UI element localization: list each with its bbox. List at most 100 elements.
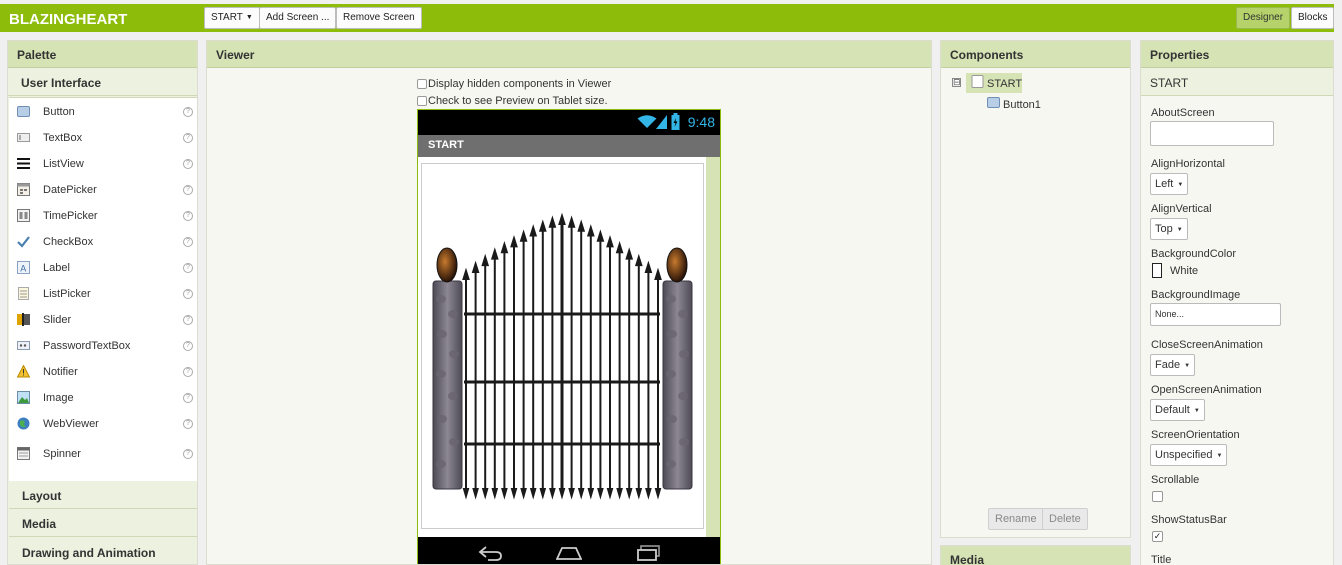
help-icon[interactable]: ? [183,263,193,273]
battery-icon [671,113,680,130]
palette-item-listpicker[interactable]: ListPicker ? [9,282,197,306]
gate-foot [520,488,527,500]
help-icon[interactable]: ? [183,107,193,117]
palette-item-label: Button [43,106,75,118]
screen-select-label: START [211,12,243,23]
rename-button[interactable]: Rename [988,508,1044,530]
palette-item-checkbox[interactable]: CheckBox ? [9,230,197,254]
palette-category-user-interface[interactable]: User Interface [8,68,197,96]
help-icon[interactable]: ? [183,159,193,169]
screen-select-dropdown[interactable]: START ▼ [204,7,260,29]
palette-category-media[interactable]: Media [9,509,197,537]
viewer-scroll-strip [706,157,720,537]
notifier-icon [17,365,30,378]
datepicker-icon [17,183,30,196]
gate-foot [510,488,518,500]
gate-foot [577,488,585,500]
palette-item-spinner[interactable]: Spinner ? [9,442,197,466]
palette-item-passwordtextbox[interactable]: PasswordTextBox ? [9,334,197,358]
background-color-value[interactable]: White [1170,265,1198,277]
properties-panel: Properties START AboutScreen AlignHorizo… [1140,40,1334,565]
palette-item-button[interactable]: Button ? [9,100,197,124]
help-icon[interactable]: ? [183,393,193,403]
help-icon[interactable]: ? [183,237,193,247]
palette-item-notifier[interactable]: Notifier ? [9,360,197,384]
prop-label-align-horizontal: AlignHorizontal [1151,158,1225,170]
help-icon[interactable]: ? [183,367,193,377]
open-screen-animation-dropdown[interactable]: Default ▼ [1150,399,1205,421]
tree-item-start[interactable]: START [966,73,1022,93]
hidden-components-checkbox[interactable] [417,79,427,89]
palette-category-layout[interactable]: Layout [9,481,197,509]
add-screen-button[interactable]: Add Screen ... [259,7,337,29]
recent-apps-icon[interactable] [636,544,662,562]
listpicker-icon [18,287,29,300]
svg-text:A: A [20,264,26,274]
palette-item-label: TextBox [43,132,83,144]
help-icon[interactable]: ? [183,341,193,351]
about-screen-textarea[interactable] [1150,121,1274,146]
palette-item-image[interactable]: Image ? [9,386,197,410]
tree-label-button1: Button1 [1003,99,1041,111]
button1-preview[interactable] [421,163,704,529]
palette-item-timepicker[interactable]: TimePicker ? [9,204,197,228]
tree-item-button1[interactable]: Button1 [985,95,1065,113]
palette-item-webviewer[interactable]: WebViewer ? [9,412,197,436]
checkbox-icon [17,236,30,248]
palette-item-label[interactable]: A Label ? [9,256,197,280]
delete-button[interactable]: Delete [1042,508,1088,530]
gate-finial [471,260,480,273]
help-icon[interactable]: ? [183,133,193,143]
prop-label-close-screen-animation: CloseScreenAnimation [1151,339,1263,351]
palette-header: Palette [8,41,197,68]
gate-foot [597,488,604,500]
palette-category-drawing-animation[interactable]: Drawing and Animation [9,538,197,564]
background-image-picker[interactable]: None... [1150,303,1281,326]
remove-screen-button[interactable]: Remove Screen [336,7,422,29]
home-icon[interactable] [556,545,582,561]
scrollable-checkbox[interactable] [1152,491,1163,502]
collapse-icon[interactable]: ⊟ [952,78,961,87]
gate-finial [481,253,490,267]
help-icon[interactable]: ? [183,315,193,325]
palette-item-textbox[interactable]: TextBox ? [9,126,197,150]
gate-foot [616,488,623,500]
align-horizontal-dropdown[interactable]: Left ▼ [1150,173,1189,195]
clock: 9:48 [687,114,715,130]
top-bar: BLAZINGHEART START ▼ Add Screen ... Remov… [0,4,1335,32]
android-nav-bar [418,537,720,564]
screen-title-bar: START [418,135,720,157]
back-icon[interactable] [478,545,504,561]
palette-item-slider[interactable]: Slider ? [9,308,197,332]
prop-label-about-screen: AboutScreen [1151,107,1215,119]
palette-item-datepicker[interactable]: DatePicker ? [9,178,197,202]
help-icon[interactable]: ? [183,185,193,195]
close-screen-animation-dropdown[interactable]: Fade ▼ [1150,354,1196,376]
designer-button[interactable]: Designer [1236,7,1291,29]
help-icon[interactable]: ? [183,419,193,429]
gate-foot [645,488,652,500]
help-icon[interactable]: ? [183,449,193,459]
gate-finial [634,253,643,267]
tablet-preview-checkbox[interactable] [417,96,427,106]
gate-foot [501,488,508,500]
android-status-bar: 9:48 [418,110,720,135]
show-status-bar-checkbox[interactable]: ✓ [1152,531,1163,542]
palette-item-label: Slider [43,314,72,326]
gate-foot [606,488,614,500]
gate-image [432,212,693,500]
background-color-swatch[interactable] [1152,263,1162,278]
palette-item-listview[interactable]: ListView ? [9,152,197,176]
palette-item-label: Image [43,392,74,404]
help-icon[interactable]: ? [183,211,193,221]
button-icon [17,106,30,117]
prop-label-screen-orientation: ScreenOrientation [1151,429,1240,441]
align-vertical-dropdown[interactable]: Top ▼ [1150,218,1188,240]
prop-label-title: Title [1151,554,1172,565]
chevron-down-icon: ▼ [1193,408,1200,414]
blocks-button[interactable]: Blocks [1291,7,1335,29]
screen-orientation-dropdown[interactable]: Unspecified ▼ [1150,444,1228,466]
gate-finial [538,219,547,232]
palette-panel: Palette User Interface Button ? TextBox … [7,40,198,565]
help-icon[interactable]: ? [183,289,193,299]
